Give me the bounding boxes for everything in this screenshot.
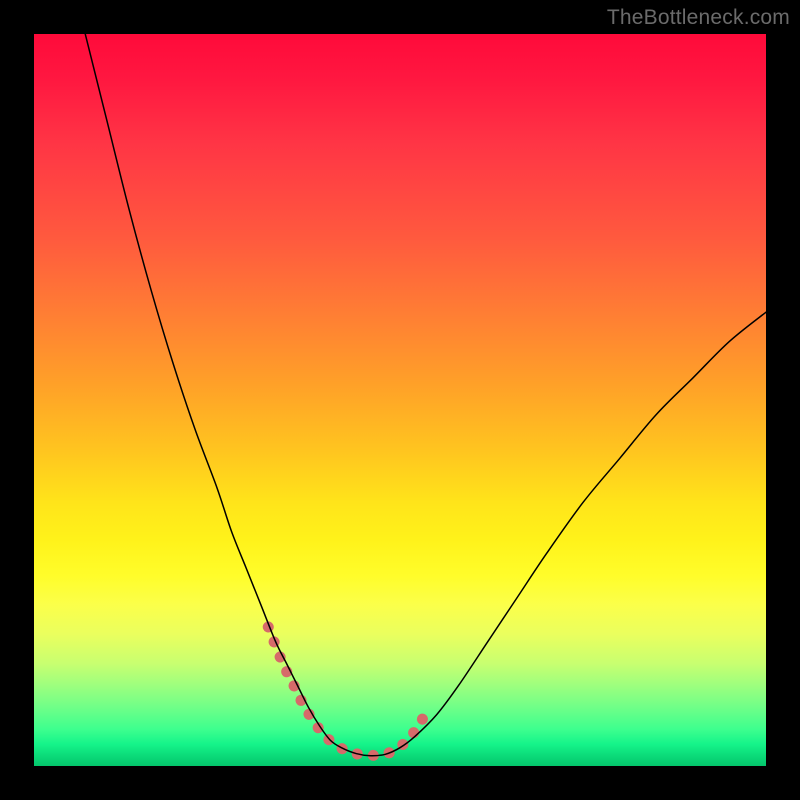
pink-highlight-group bbox=[268, 627, 429, 756]
chart-frame: TheBottleneck.com bbox=[0, 0, 800, 800]
pink-highlight-path bbox=[268, 627, 429, 756]
curve-layer bbox=[34, 34, 766, 766]
black-curve-group bbox=[85, 34, 766, 756]
plot-area bbox=[34, 34, 766, 766]
watermark-text: TheBottleneck.com bbox=[607, 6, 790, 30]
black-curve-path bbox=[85, 34, 766, 756]
